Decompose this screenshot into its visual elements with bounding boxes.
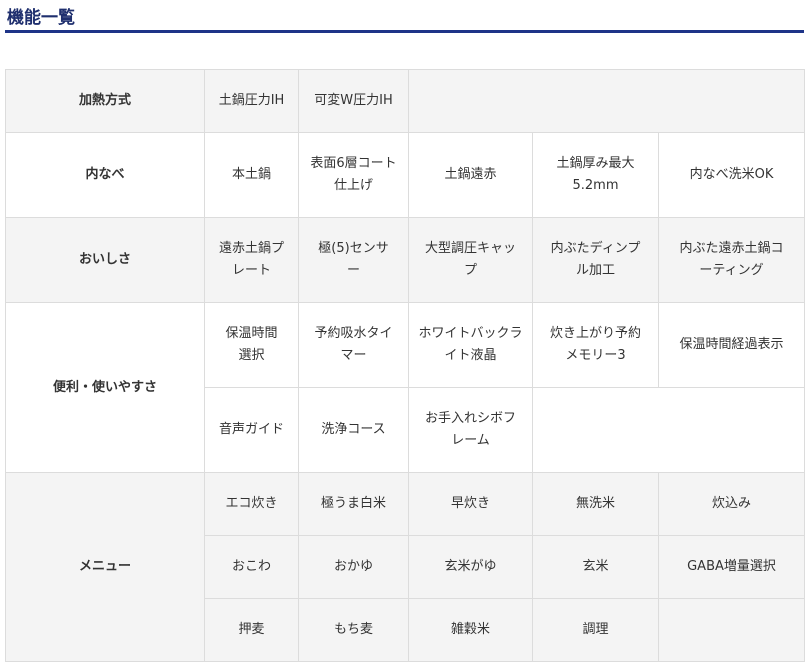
- feature-cell: 遠赤土鍋プ レート: [204, 217, 299, 303]
- feature-cell: 保温時間経過表示: [658, 302, 805, 388]
- table-row: 便利・使いやすさ 保温時間 選択 予約吸水タイ マー ホワイトバックラ イト液晶 炊き上がり予…: [5, 302, 805, 473]
- row-header: 加熱方式: [5, 69, 205, 133]
- feature-cell: エコ炊き: [204, 472, 299, 536]
- feature-cell: 無洗米: [532, 472, 659, 536]
- table-row: 加熱方式 土鍋圧力IH 可変W圧力IH: [5, 69, 805, 133]
- feature-cell: 可変W圧力IH: [298, 69, 409, 133]
- feature-cell: 洗浄コース: [298, 387, 409, 473]
- feature-cell: 内なべ洗米OK: [658, 132, 805, 218]
- feature-cell: 保温時間 選択: [204, 302, 299, 388]
- feature-table: 加熱方式 土鍋圧力IH 可変W圧力IH 内なべ 本土鍋 表面6層コート 仕上げ 土鍋遠赤 土鍋厚…: [5, 69, 805, 662]
- table-row: おいしさ 遠赤土鍋プ レート 極(5)センサー大型調圧キャップ内ぶたディンプ ル加工 内ぶ…: [5, 217, 805, 303]
- empty-cell: [408, 69, 805, 133]
- feature-cell: 内ぶた遠赤土鍋コ ーティング: [658, 217, 805, 303]
- feature-cell: 音声ガイド: [204, 387, 299, 473]
- feature-cell: 玄米がゆ: [408, 535, 533, 599]
- title-underline: [5, 30, 804, 33]
- feature-cell: もち麦: [298, 598, 409, 662]
- row-header: メニュー: [5, 472, 205, 662]
- feature-cell: 表面6層コート 仕上げ: [298, 132, 409, 218]
- feature-cell: 玄米: [532, 535, 659, 599]
- empty-cell: [658, 598, 805, 662]
- feature-cell: 早炊き: [408, 472, 533, 536]
- feature-cell: 本土鍋: [204, 132, 299, 218]
- feature-cell: 土鍋遠赤: [408, 132, 533, 218]
- feature-cell: 炊き上がり予約 メモリー3: [532, 302, 659, 388]
- feature-cell: 極うま白米: [298, 472, 409, 536]
- row-header: 便利・使いやすさ: [5, 302, 205, 473]
- feature-cell: 予約吸水タイ マー: [298, 302, 409, 388]
- feature-cell: 土鍋厚み最大 5.2mm: [532, 132, 659, 218]
- feature-cell: 土鍋圧力IH: [204, 69, 299, 133]
- row-header: おいしさ: [5, 217, 205, 303]
- feature-cell: おかゆ: [298, 535, 409, 599]
- feature-cell: ホワイトバックラ イト液晶: [408, 302, 533, 388]
- feature-cell: 雑穀米: [408, 598, 533, 662]
- feature-cell: 押麦: [204, 598, 299, 662]
- feature-cell: 大型調圧キャップ: [408, 217, 533, 303]
- feature-cell: GABA増量選択: [658, 535, 805, 599]
- table-row: 内なべ 本土鍋 表面6層コート 仕上げ 土鍋遠赤 土鍋厚み最大 5.2mm 内なべ洗米OK: [5, 132, 805, 218]
- empty-cell: [532, 387, 805, 473]
- feature-cell: 炊込み: [658, 472, 805, 536]
- feature-cell: 調理: [532, 598, 659, 662]
- page-title: 機能一覧: [7, 8, 75, 28]
- feature-cell: お手入れシボフ レーム: [408, 387, 533, 473]
- row-header: 内なべ: [5, 132, 205, 218]
- table-row: メニュー エコ炊き 極うま白米 早炊き 無洗米 炊込み: [5, 472, 805, 662]
- feature-cell: おこわ: [204, 535, 299, 599]
- feature-cell: 極(5)センサー: [298, 217, 409, 303]
- feature-cell: 内ぶたディンプ ル加工: [532, 217, 659, 303]
